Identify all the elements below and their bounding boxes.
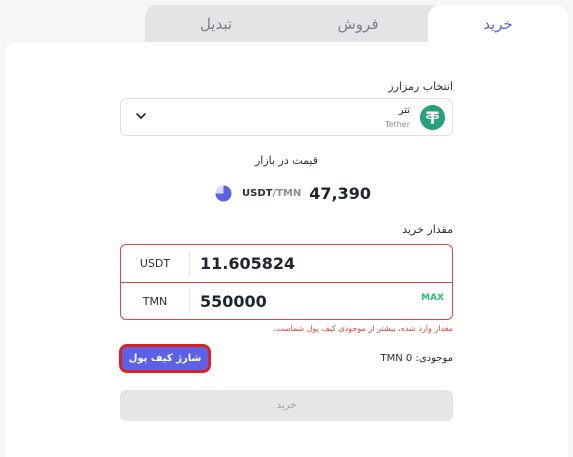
chevron-down-icon — [136, 113, 146, 119]
max-button[interactable]: MAX — [421, 293, 444, 303]
wallet-balance: موجودی: TMN 0 — [380, 353, 453, 364]
pair-quote: /TMN — [272, 187, 302, 199]
crypto-select-label: انتخاب رمزارز — [388, 80, 453, 93]
unit-separator — [189, 289, 190, 314]
tab-convert[interactable]: تبدیل — [145, 5, 287, 43]
price-pair: USDT/TMN — [242, 188, 301, 199]
buy-button[interactable]: خرید — [120, 390, 453, 421]
coin-subtitle: Tether — [385, 120, 410, 129]
amount-box: USDT TMN MAX — [120, 244, 453, 320]
error-message: مقدار وارد شده، بیشتر از موجودی کیف پول … — [273, 324, 453, 333]
refresh-timer-icon — [215, 185, 232, 201]
pair-base: USDT — [242, 187, 273, 199]
amount-label: مقدار خرید — [402, 223, 453, 236]
coin-name: تتر — [398, 105, 410, 116]
unit-separator — [189, 251, 190, 276]
market-price-title: قیمت در بازار — [254, 154, 319, 167]
tmn-amount-input[interactable] — [200, 283, 400, 320]
usdt-amount-input[interactable] — [200, 245, 400, 282]
tether-icon — [420, 105, 445, 130]
tab-sell[interactable]: فروش — [287, 5, 429, 43]
market-price-row: USDT/TMN 47,390 — [215, 182, 371, 204]
market-price-value: 47,390 — [309, 183, 371, 203]
tab-buy[interactable]: خرید — [428, 5, 568, 43]
usdt-unit: USDT — [139, 257, 171, 270]
charge-wallet-button[interactable]: شارژ کیف پول — [119, 344, 211, 373]
tmn-unit: TMN — [142, 295, 168, 308]
crypto-select[interactable]: تتر Tether — [120, 98, 453, 136]
